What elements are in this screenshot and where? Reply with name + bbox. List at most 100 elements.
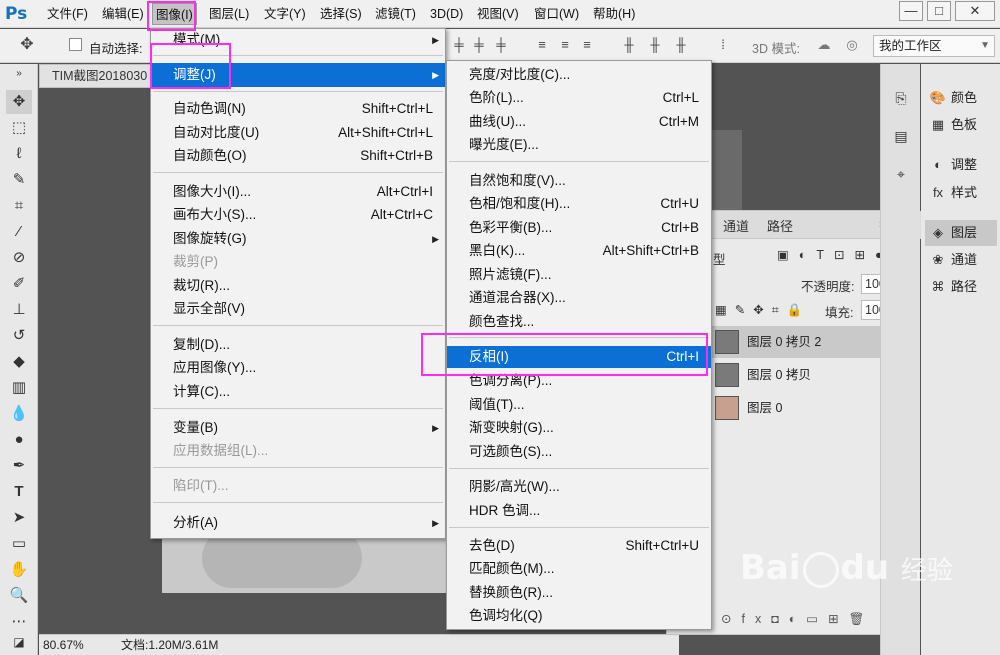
- move-tool-icon[interactable]: ✥: [20, 37, 34, 53]
- workspace-select[interactable]: 我的工作区 ▼: [873, 35, 995, 57]
- menu-item-apply-image[interactable]: 应用图像(Y)...: [151, 357, 445, 379]
- menu-item-image-size[interactable]: 图像大小(I)... Alt+Ctrl+I: [151, 181, 445, 203]
- align-right-icon[interactable]: ╫: [674, 37, 688, 53]
- menu-item-shadows-highlights[interactable]: 阴影/高光(W)...: [447, 476, 711, 498]
- menu-item-black-white[interactable]: 黑白(K)... Alt+Shift+Ctrl+B: [447, 240, 711, 262]
- menu-item-desaturate[interactable]: 去色(D) Shift+Ctrl+U: [447, 535, 711, 557]
- panel-styles[interactable]: fx 样式: [925, 180, 997, 206]
- eraser-tool[interactable]: ◆: [6, 350, 32, 374]
- move-tool[interactable]: ✥: [6, 90, 32, 114]
- history-icon[interactable]: ⎘: [889, 86, 913, 110]
- menu-item-exposure[interactable]: 曝光度(E)...: [447, 134, 711, 156]
- brush-settings-icon[interactable]: ⌖: [889, 162, 913, 186]
- menu-item-color-lookup[interactable]: 颜色查找...: [447, 311, 711, 333]
- distribute-vcenter-icon[interactable]: ≡: [558, 37, 572, 53]
- brush-tool[interactable]: ✐: [6, 272, 32, 296]
- menu-layer[interactable]: 图层(L): [206, 3, 252, 25]
- type-tool[interactable]: T: [6, 480, 32, 504]
- path-select-tool[interactable]: ➤: [6, 506, 32, 530]
- panel-channels[interactable]: ❀ 通道: [925, 247, 997, 273]
- menu-item-duplicate[interactable]: 复制(D)...: [151, 334, 445, 356]
- align-left-icon[interactable]: ╫: [622, 37, 636, 53]
- minimize-button[interactable]: —: [899, 1, 923, 21]
- menu-3d[interactable]: 3D(D): [427, 3, 466, 25]
- menu-item-canvas-size[interactable]: 画布大小(S)... Alt+Ctrl+C: [151, 204, 445, 226]
- menu-item-color-balance[interactable]: 色彩平衡(B)... Ctrl+B: [447, 217, 711, 239]
- menu-item-match-color[interactable]: 匹配颜色(M)...: [447, 558, 711, 580]
- lasso-tool[interactable]: ℓ: [6, 142, 32, 166]
- panel-adjustments[interactable]: ◐ 调整: [925, 152, 997, 178]
- 3d-orbit-icon[interactable]: ☁: [817, 37, 831, 53]
- quick-select-tool[interactable]: ✎: [6, 168, 32, 192]
- healing-brush-tool[interactable]: ⊘: [6, 246, 32, 270]
- menu-item-gradient-map[interactable]: 渐变映射(G)...: [447, 417, 711, 439]
- close-button[interactable]: ✕: [955, 1, 995, 21]
- menu-item-auto-tone[interactable]: 自动色调(N) Shift+Ctrl+L: [151, 98, 445, 120]
- zoom-tool[interactable]: 🔍: [6, 584, 32, 608]
- history-brush-tool[interactable]: ↺: [6, 324, 32, 348]
- menu-filter[interactable]: 滤镜(T): [372, 3, 419, 25]
- menu-item-image-rotation[interactable]: 图像旋转(G) ▶: [151, 228, 445, 250]
- menu-item-trim[interactable]: 裁切(R)...: [151, 275, 445, 297]
- menu-item-brightness-contrast[interactable]: 亮度/对比度(C)...: [447, 64, 711, 86]
- color-swatches-icon[interactable]: ◪: [6, 630, 32, 654]
- menu-window[interactable]: 窗口(W): [531, 3, 582, 25]
- tab-paths[interactable]: 路径: [767, 216, 793, 235]
- menu-item-auto-contrast[interactable]: 自动对比度(U) Alt+Shift+Ctrl+L: [151, 122, 445, 144]
- lock-icons[interactable]: ▦✎✥⌗🔒: [715, 302, 810, 318]
- menu-item-auto-color[interactable]: 自动颜色(O) Shift+Ctrl+B: [151, 145, 445, 167]
- menu-item-replace-color[interactable]: 替换颜色(R)...: [447, 582, 711, 604]
- panel-color[interactable]: 🎨 颜色: [925, 85, 997, 111]
- menu-item-vibrance[interactable]: 自然饱和度(V)...: [447, 170, 711, 192]
- panel-paths[interactable]: ⌘ 路径: [925, 274, 997, 300]
- dodge-tool[interactable]: ●: [6, 428, 32, 452]
- distribute-left-icon[interactable]: ⁞: [716, 37, 730, 53]
- eyedropper-tool[interactable]: ⁄: [6, 220, 32, 244]
- menu-item-channel-mixer[interactable]: 通道混合器(X)...: [447, 287, 711, 309]
- menu-select[interactable]: 选择(S): [317, 3, 365, 25]
- properties-icon[interactable]: ▤: [889, 124, 913, 148]
- 3d-roll-icon[interactable]: ◎: [845, 37, 859, 53]
- menu-item-curves[interactable]: 曲线(U)... Ctrl+M: [447, 111, 711, 133]
- menu-help[interactable]: 帮助(H): [590, 3, 638, 25]
- distribute-top-icon[interactable]: ≡: [535, 37, 549, 53]
- menu-item-hdr-toning[interactable]: HDR 色调...: [447, 500, 711, 522]
- menu-item-threshold[interactable]: 阈值(T)...: [447, 394, 711, 416]
- collapse-icon[interactable]: »: [6, 68, 32, 80]
- gradient-tool[interactable]: ▥: [6, 376, 32, 400]
- menu-item-analysis[interactable]: 分析(A) ▶: [151, 512, 445, 534]
- menu-item-calculations[interactable]: 计算(C)...: [151, 381, 445, 403]
- crop-tool[interactable]: ⌗: [6, 194, 32, 218]
- marquee-tool[interactable]: ⬚: [6, 116, 32, 140]
- shape-tool[interactable]: ▭: [6, 532, 32, 556]
- align-hcenter-icon[interactable]: ╫: [648, 37, 662, 53]
- layer-kind-filter[interactable]: 型: [713, 249, 726, 268]
- menu-file[interactable]: 文件(F): [44, 3, 91, 25]
- tab-channels[interactable]: 通道: [723, 216, 749, 235]
- pen-tool[interactable]: ✒: [6, 454, 32, 478]
- distribute-bottom-icon[interactable]: ≡: [580, 37, 594, 53]
- menu-edit[interactable]: 编辑(E): [99, 3, 147, 25]
- menu-item-variables[interactable]: 变量(B) ▶: [151, 417, 445, 439]
- blur-tool[interactable]: 💧: [6, 402, 32, 426]
- menu-item-selective-color[interactable]: 可选颜色(S)...: [447, 441, 711, 463]
- menu-item-equalize[interactable]: 色调均化(Q): [447, 605, 711, 627]
- layer-bottom-icons[interactable]: ⊙fx◘◐▭⊞🗑: [721, 611, 874, 627]
- align-vcenter-icon[interactable]: ╪: [472, 37, 486, 53]
- panel-layers[interactable]: ◈ 图层: [925, 220, 997, 246]
- maximize-button[interactable]: □: [927, 1, 951, 21]
- menu-item-reveal-all[interactable]: 显示全部(V): [151, 298, 445, 320]
- menu-item-photo-filter[interactable]: 照片滤镜(F)...: [447, 264, 711, 286]
- layer-filter-icons[interactable]: ▣◐T⊡⊞●: [777, 247, 893, 262]
- menu-item-hue-saturation[interactable]: 色相/饱和度(H)... Ctrl+U: [447, 193, 711, 215]
- hand-tool[interactable]: ✋: [6, 558, 32, 582]
- panel-swatches[interactable]: ▦ 色板: [925, 112, 997, 138]
- clone-stamp-tool[interactable]: ⊥: [6, 298, 32, 322]
- menu-view[interactable]: 视图(V): [474, 3, 522, 25]
- align-top-icon[interactable]: ╪: [452, 37, 466, 53]
- menu-type[interactable]: 文字(Y): [261, 3, 309, 25]
- align-bottom-icon[interactable]: ╪: [494, 37, 508, 53]
- zoom-level[interactable]: 80.67%: [43, 635, 84, 655]
- menu-item-levels[interactable]: 色阶(L)... Ctrl+L: [447, 87, 711, 109]
- auto-select-checkbox[interactable]: [69, 38, 82, 51]
